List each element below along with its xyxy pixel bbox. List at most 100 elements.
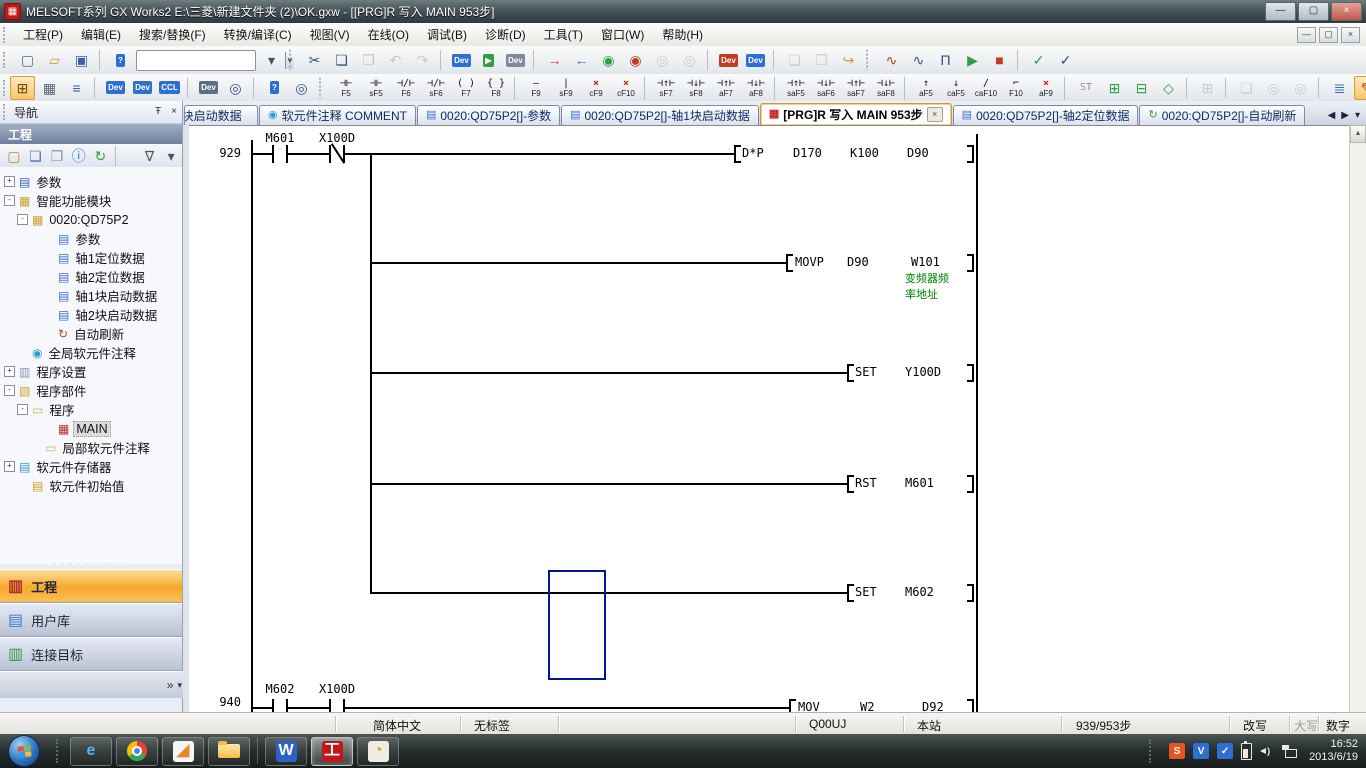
device-use-list-icon[interactable]: Dev bbox=[196, 76, 221, 100]
monitor-stop-icon[interactable]: ◉ bbox=[623, 48, 648, 72]
document-tab[interactable]: ▤0020:QD75P2[]-轴2定位数据 bbox=[953, 105, 1139, 125]
device-test-icon[interactable]: Dev bbox=[503, 48, 528, 72]
mdi-close-icon[interactable]: × bbox=[1341, 27, 1360, 43]
trace-register-icon[interactable]: ∿ bbox=[906, 48, 931, 72]
help-icon[interactable]: ? bbox=[262, 76, 287, 100]
closed-contact-icon[interactable]: ⊣/⊢F6 bbox=[392, 75, 421, 101]
separator[interactable] bbox=[1186, 77, 1190, 99]
tree-item[interactable]: ◉ 全局软元件注释 bbox=[0, 343, 182, 362]
tree-item[interactable]: ▤ 轴2定位数据 bbox=[0, 267, 182, 286]
instruction-arg[interactable]: W2 bbox=[860, 700, 874, 712]
help-icon[interactable]: ? bbox=[108, 48, 133, 72]
open-contact[interactable] bbox=[329, 699, 345, 712]
save-project-icon[interactable]: ▣ bbox=[69, 48, 94, 72]
tree-item[interactable]: ▤ 轴1定位数据 bbox=[0, 248, 182, 267]
panel-splitter[interactable]: . . . . . . . . . . bbox=[0, 559, 182, 568]
separator[interactable] bbox=[1064, 76, 1068, 100]
instruction-arg[interactable]: D92 bbox=[922, 700, 944, 712]
toolbar-grip[interactable] bbox=[289, 49, 297, 71]
filter-dropdown-icon[interactable]: ▾ bbox=[161, 145, 181, 167]
instruction-op[interactable]: MOVP bbox=[795, 255, 824, 269]
menu-item[interactable]: 工程(P) bbox=[14, 23, 72, 46]
tree-item[interactable]: - ▧ 程序部件 bbox=[0, 381, 182, 400]
ie-icon[interactable]: e bbox=[70, 737, 112, 766]
write-mode-icon[interactable]: ✎ bbox=[1354, 76, 1366, 100]
tree-item[interactable]: + ▤ 参数 bbox=[0, 172, 182, 191]
menu-item[interactable]: 在线(O) bbox=[359, 23, 418, 46]
instruction-arg[interactable]: D90 bbox=[907, 146, 929, 160]
mdi-restore-icon[interactable]: ▢ bbox=[1319, 27, 1338, 43]
rising-pulse-icon[interactable]: ⊣↑⊢sF7 bbox=[652, 75, 681, 101]
instruction-arg[interactable]: W101 bbox=[911, 255, 940, 269]
gx-works2-icon[interactable]: 工 bbox=[311, 737, 353, 766]
wps-writer-icon[interactable]: W bbox=[265, 737, 307, 766]
network-icon[interactable] bbox=[1282, 745, 1297, 758]
instruction-arg[interactable]: K100 bbox=[850, 146, 879, 160]
monitor-resume-icon[interactable]: ◎ bbox=[677, 48, 702, 72]
close-button[interactable]: × bbox=[1331, 2, 1362, 21]
find-combobox[interactable]: ▼ bbox=[136, 50, 256, 71]
tree-expander-icon[interactable]: - bbox=[17, 404, 28, 415]
toolbar-grip[interactable] bbox=[866, 49, 874, 71]
ladder-editor[interactable]: 929 M601 X100D D*P D170 K100 D90 MOVP D9… bbox=[189, 125, 1349, 712]
ladder-block-list-icon[interactable]: ≣ bbox=[1327, 76, 1352, 100]
menu-item[interactable]: 调试(B) bbox=[418, 23, 476, 46]
line-delete-icon[interactable]: ×aF9 bbox=[1032, 75, 1061, 101]
separator[interactable] bbox=[99, 49, 103, 71]
instruction-op[interactable]: D*P bbox=[742, 146, 764, 160]
device-list-icon[interactable]: Dev bbox=[130, 76, 155, 100]
redo-icon[interactable]: ↷ bbox=[410, 48, 435, 72]
tree-item[interactable]: - ▭ 程序 bbox=[0, 400, 182, 419]
watch-start-icon[interactable]: Dev bbox=[716, 48, 741, 72]
rising-pulse-close-branch-icon[interactable]: ⊣↑⊢saF7 bbox=[842, 75, 871, 101]
tab-list-icon[interactable]: ▾ bbox=[1355, 110, 1360, 121]
tree-expander-icon[interactable]: - bbox=[4, 385, 15, 396]
function-module-icon[interactable]: ▦ bbox=[37, 76, 62, 100]
open-branch-icon[interactable]: ⊣⊢sF5 bbox=[362, 75, 391, 101]
invert-result-icon[interactable]: ∕caF10 bbox=[972, 75, 1001, 101]
tree-item[interactable]: - ▦ 智能功能模块 bbox=[0, 191, 182, 210]
tree-expander-icon[interactable]: - bbox=[4, 195, 15, 206]
menu-item[interactable]: 诊断(D) bbox=[476, 23, 535, 46]
open-contact[interactable] bbox=[272, 699, 288, 712]
tree-item[interactable]: ▭ 局部软元件注释 bbox=[0, 438, 182, 457]
paint-app-icon[interactable]: ◔ bbox=[357, 737, 399, 766]
device-comment-search-icon[interactable]: Dev bbox=[103, 76, 128, 100]
copy-data-icon[interactable]: ❏ bbox=[26, 145, 46, 167]
security-shield-icon[interactable]: ✓ bbox=[1217, 743, 1233, 759]
edit-cursor[interactable] bbox=[548, 570, 606, 680]
separator[interactable] bbox=[115, 145, 135, 167]
separator[interactable] bbox=[904, 76, 908, 100]
menu-item[interactable]: 帮助(H) bbox=[653, 23, 712, 46]
separator[interactable] bbox=[1017, 49, 1021, 71]
explorer-icon[interactable] bbox=[208, 737, 250, 766]
open-contact-icon[interactable]: ⊣⊢F5 bbox=[332, 75, 361, 101]
tree-expander-icon[interactable]: + bbox=[4, 461, 15, 472]
taskbar-clock[interactable]: 16:52 2013/6/19 bbox=[1309, 738, 1358, 764]
coil-icon[interactable]: ( )F7 bbox=[452, 75, 481, 101]
separator[interactable] bbox=[707, 49, 711, 71]
editor-app-icon[interactable]: ◢ bbox=[162, 737, 204, 766]
falling-pulse-close-branch-icon[interactable]: ⊣↓⊢saF8 bbox=[872, 75, 901, 101]
separator[interactable] bbox=[774, 76, 778, 100]
instruction-arg[interactable]: D90 bbox=[847, 255, 869, 269]
falling-pulse-close-icon[interactable]: ⊣↓⊢saF6 bbox=[812, 75, 841, 101]
tree-item[interactable]: ▦ MAIN bbox=[0, 419, 182, 438]
tree-item[interactable]: ▤ 轴1块启动数据 bbox=[0, 286, 182, 305]
battery-icon[interactable] bbox=[1241, 743, 1252, 760]
separator[interactable] bbox=[440, 49, 444, 71]
maximize-button[interactable]: ▢ bbox=[1298, 2, 1329, 21]
separator[interactable] bbox=[514, 76, 518, 100]
separator[interactable] bbox=[94, 77, 98, 99]
document-tab[interactable]: ↻0020:QD75P2[]-自动刷新 bbox=[1139, 105, 1305, 125]
ladder-monitor-icon[interactable]: ▶ bbox=[476, 48, 501, 72]
tree-item[interactable]: + ▤ 软元件存储器 bbox=[0, 457, 182, 476]
watch-stop-icon[interactable]: Dev bbox=[743, 48, 768, 72]
start-button[interactable] bbox=[8, 735, 40, 767]
copy-icon[interactable]: ❏ bbox=[329, 48, 354, 72]
instruction-op[interactable]: SET bbox=[855, 365, 877, 379]
separator[interactable] bbox=[253, 77, 257, 99]
tree-item[interactable]: ▤ 轴2块启动数据 bbox=[0, 305, 182, 324]
paste-data-icon[interactable]: ❐ bbox=[47, 145, 67, 167]
instruction-op[interactable]: SET bbox=[855, 585, 877, 599]
